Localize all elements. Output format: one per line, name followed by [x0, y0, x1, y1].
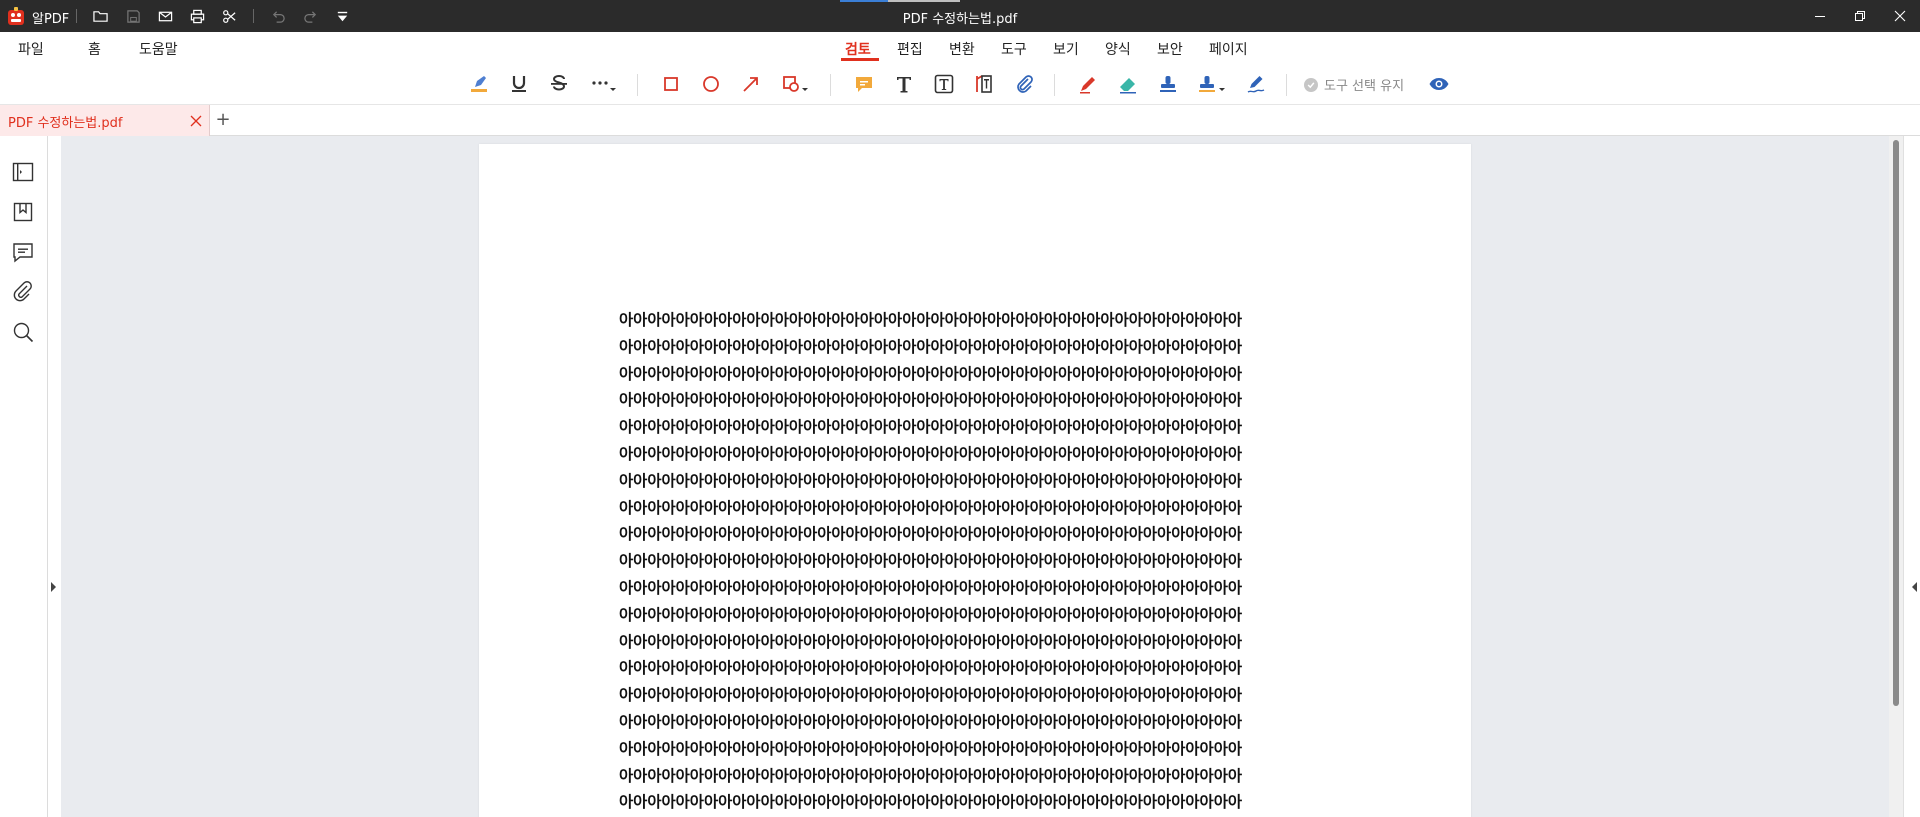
- menu-file[interactable]: 파일: [18, 39, 44, 59]
- eye-icon[interactable]: [1426, 72, 1452, 96]
- tab-security[interactable]: 보안: [1157, 39, 1183, 59]
- window-title: PDF 수정하는법.pdf: [902, 12, 1018, 27]
- more-markup-icon[interactable]: [586, 72, 622, 96]
- stamp-icon[interactable]: [1155, 72, 1181, 96]
- sticky-note-icon[interactable]: [851, 72, 877, 96]
- active-tab-indicator: [841, 58, 879, 61]
- print-icon[interactable]: [188, 7, 206, 25]
- page-text-line: 아아아아아아아아아아아아아아아아아아아아아아아아아아아아아아아아아아아아아아아아…: [619, 766, 1243, 785]
- undo-icon[interactable]: [269, 7, 287, 25]
- document-workspace[interactable]: 아아아아아아아아아아아아아아아아아아아아아아아아아아아아아아아아아아아아아아아아…: [61, 136, 1889, 817]
- page-thumbnails-icon[interactable]: [11, 160, 35, 184]
- page-text-line: 아아아아아아아아아아아아아아아아아아아아아아아아아아아아아아아아아아아아아아아아…: [619, 444, 1243, 463]
- shapes-icon[interactable]: [778, 72, 814, 96]
- arrow-icon[interactable]: [738, 72, 764, 96]
- page-text-line: 아아아아아아아아아아아아아아아아아아아아아아아아아아아아아아아아아아아아아아아아…: [619, 686, 1243, 705]
- redo-icon[interactable]: [301, 7, 319, 25]
- expand-right-panel-icon[interactable]: [1910, 581, 1918, 593]
- restore-icon[interactable]: [1844, 4, 1876, 28]
- page-text-line: 아아아아아아아아아아아아아아아아아아아아아아아아아아아아아아아아아아아아아아아아…: [619, 471, 1243, 490]
- attachment-icon[interactable]: [1011, 72, 1037, 96]
- new-tab-button[interactable]: +: [214, 110, 232, 130]
- tab-form[interactable]: 양식: [1105, 39, 1131, 59]
- check-icon: [1304, 77, 1318, 92]
- toolbar-separator: [637, 74, 638, 96]
- tab-edit[interactable]: 편집: [897, 39, 923, 59]
- page-text-line: 아아아아아아아아아아아아아아아아아아아아아아아아아아아아아아아아아아아아아아아아…: [619, 739, 1243, 758]
- eraser-icon[interactable]: [1115, 72, 1141, 96]
- right-panel-strip: [1903, 136, 1920, 817]
- underline-icon[interactable]: [506, 72, 532, 96]
- keep-tool-label: 도구 선택 유지: [1324, 79, 1405, 94]
- strikethrough-icon[interactable]: [546, 72, 572, 96]
- minimize-icon[interactable]: [1804, 4, 1836, 28]
- review-toolbar: 도구 선택 유지: [0, 64, 1920, 104]
- custom-stamp-icon[interactable]: [1195, 72, 1231, 96]
- circle-icon[interactable]: [698, 72, 724, 96]
- tab-view[interactable]: 보기: [1053, 39, 1079, 59]
- page-text-line: 아아아아아아아아아아아아아아아아아아아아아아아아아아아아아아아아아아아아아아아아…: [619, 605, 1243, 624]
- scissors-icon[interactable]: [220, 7, 238, 25]
- mail-icon[interactable]: [156, 7, 174, 25]
- bookmark-icon[interactable]: [11, 200, 35, 224]
- callout-icon[interactable]: [971, 72, 997, 96]
- page-text-line: 아아아아아아아아아아아아아아아아아아아아아아아아아아아아아아아아아아아아아아아아…: [619, 793, 1243, 812]
- text-icon[interactable]: [891, 72, 917, 96]
- page-text-line: 아아아아아아아아아아아아아아아아아아아아아아아아아아아아아아아아아아아아아아아아…: [619, 337, 1243, 356]
- page-text-line: 아아아아아아아아아아아아아아아아아아아아아아아아아아아아아아아아아아아아아아아아…: [619, 311, 1243, 329]
- app-name: 알PDF: [32, 12, 70, 27]
- page-text-line: 아아아아아아아아아아아아아아아아아아아아아아아아아아아아아아아아아아아아아아아아…: [619, 525, 1243, 544]
- signature-icon[interactable]: [1243, 72, 1269, 96]
- page-text-line: 아아아아아아아아아아아아아아아아아아아아아아아아아아아아아아아아아아아아아아아아…: [619, 578, 1243, 597]
- menu-home[interactable]: 홈: [88, 39, 101, 59]
- document-tab-label: PDF 수정하는법.pdf: [8, 116, 123, 131]
- toolbar-separator: [1054, 74, 1055, 96]
- menu-help[interactable]: 도움말: [139, 39, 178, 59]
- menu-bar: 파일 홈 도움말 검토 편집 변환 도구 보기 양식 보안 페이지: [0, 32, 1920, 64]
- customize-quick-access-icon[interactable]: [333, 7, 351, 25]
- close-window-icon[interactable]: [1884, 4, 1916, 28]
- keep-tool-selection-toggle[interactable]: 도구 선택 유지: [1304, 75, 1404, 94]
- title-accent-line-secondary: [888, 0, 960, 2]
- page-text-line: 아아아아아아아아아아아아아아아아아아아아아아아아아아아아아아아아아아아아아아아아…: [619, 418, 1243, 437]
- rectangle-icon[interactable]: [658, 72, 684, 96]
- document-tab-bar: PDF 수정하는법.pdf +: [0, 104, 1920, 136]
- quick-access-separator: [76, 9, 77, 23]
- highlight-icon[interactable]: [466, 72, 492, 96]
- pencil-icon[interactable]: [1075, 72, 1101, 96]
- close-tab-icon[interactable]: [188, 113, 204, 129]
- attachments-panel-icon[interactable]: [11, 280, 35, 304]
- page-text-line: 아아아아아아아아아아아아아아아아아아아아아아아아아아아아아아아아아아아아아아아아…: [619, 498, 1243, 517]
- page-text-block: 아아아아아아아아아아아아아아아아아아아아아아아아아아아아아아아아아아아아아아아아…: [619, 307, 1339, 816]
- expand-left-panel-icon[interactable]: [50, 581, 58, 593]
- page-text-line: 아아아아아아아아아아아아아아아아아아아아아아아아아아아아아아아아아아아아아아아아…: [619, 712, 1243, 731]
- toolbar-separator: [830, 74, 831, 96]
- document-tab[interactable]: PDF 수정하는법.pdf: [0, 105, 210, 136]
- left-sidebar: [0, 136, 48, 817]
- tab-page[interactable]: 페이지: [1209, 39, 1248, 59]
- title-accent-line: [840, 0, 888, 2]
- search-icon[interactable]: [11, 320, 35, 344]
- scrollbar-thumb[interactable]: [1893, 140, 1899, 706]
- quick-access-separator: [253, 9, 254, 23]
- title-bar: 알PDF PDF 수정하는법.pdf: [0, 0, 1920, 32]
- tab-tools[interactable]: 도구: [1001, 39, 1027, 59]
- page-text-line: 아아아아아아아아아아아아아아아아아아아아아아아아아아아아아아아아아아아아아아아아…: [619, 552, 1243, 571]
- toolbar-separator: [1286, 74, 1287, 96]
- comments-icon[interactable]: [11, 240, 35, 264]
- page-text-line: 아아아아아아아아아아아아아아아아아아아아아아아아아아아아아아아아아아아아아아아아…: [619, 632, 1243, 651]
- page-text-line: 아아아아아아아아아아아아아아아아아아아아아아아아아아아아아아아아아아아아아아아아…: [619, 391, 1243, 410]
- vertical-scrollbar[interactable]: [1889, 136, 1903, 817]
- open-folder-icon[interactable]: [91, 7, 109, 25]
- page-text-line: 아아아아아아아아아아아아아아아아아아아아아아아아아아아아아아아아아아아아아아아아…: [619, 659, 1243, 678]
- tab-review[interactable]: 검토: [845, 39, 871, 59]
- tab-convert[interactable]: 변환: [949, 39, 975, 59]
- textbox-icon[interactable]: [931, 72, 957, 96]
- page-text-line: 아아아아아아아아아아아아아아아아아아아아아아아아아아아아아아아아아아아아아아아아…: [619, 364, 1243, 383]
- pdf-page[interactable]: 아아아아아아아아아아아아아아아아아아아아아아아아아아아아아아아아아아아아아아아아…: [479, 144, 1471, 817]
- app-logo-icon: [6, 7, 26, 27]
- save-icon[interactable]: [124, 7, 142, 25]
